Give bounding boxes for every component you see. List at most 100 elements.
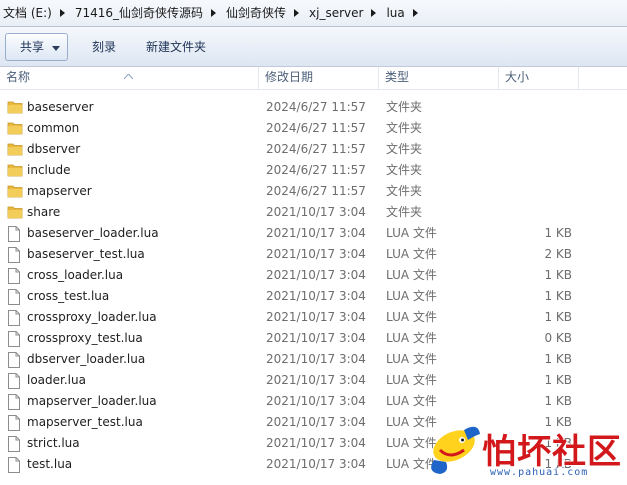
file-date: 2021/10/17 3:04 — [266, 352, 366, 366]
file-type: LUA 文件 — [386, 268, 437, 282]
file-icon — [7, 373, 23, 389]
file-size: 1 KB — [544, 352, 572, 366]
file-size: 2 KB — [544, 247, 572, 261]
file-row[interactable]: crossproxy_test.lua 2021/10/17 3:04 LUA … — [0, 328, 627, 349]
file-date: 2024/6/27 11:57 — [266, 184, 366, 198]
file-row[interactable]: mapserver 2024/6/27 11:57 文件夹 — [0, 181, 627, 202]
file-date: 2021/10/17 3:04 — [266, 268, 366, 282]
file-row[interactable]: crossproxy_loader.lua 2021/10/17 3:04 LU… — [0, 307, 627, 328]
file-row[interactable]: baseserver_loader.lua 2021/10/17 3:04 LU… — [0, 223, 627, 244]
file-row[interactable]: baseserver_test.lua 2021/10/17 3:04 LUA … — [0, 244, 627, 265]
file-type: 文件夹 — [386, 100, 423, 114]
file-icon — [7, 268, 23, 284]
file-row[interactable]: common 2024/6/27 11:57 文件夹 — [0, 118, 627, 139]
file-type: LUA 文件 — [386, 247, 437, 261]
file-row[interactable]: share 2021/10/17 3:04 文件夹 — [0, 202, 627, 223]
file-date: 2024/6/27 11:57 — [266, 142, 366, 156]
column-header-name[interactable]: 名称 — [0, 67, 259, 89]
file-size: 1 KB — [544, 310, 572, 324]
column-name-label: 名称 — [6, 70, 31, 84]
column-header-size[interactable]: 大小 — [499, 67, 579, 89]
breadcrumb-source-folder[interactable]: 71416_仙剑奇侠传源码 — [70, 0, 207, 26]
file-name: baseserver_loader.lua — [27, 226, 159, 240]
file-row[interactable]: loader.lua 2021/10/17 3:04 LUA 文件 1 KB — [0, 370, 627, 391]
new-folder-label: 新建文件夹 — [146, 40, 207, 54]
folder-icon — [7, 205, 23, 220]
file-type: 文件夹 — [386, 121, 423, 135]
file-row[interactable]: cross_loader.lua 2021/10/17 3:04 LUA 文件 … — [0, 265, 627, 286]
chevron-down-icon — [52, 40, 61, 54]
file-type: 文件夹 — [386, 142, 423, 156]
burn-button[interactable]: 刻录 — [84, 34, 124, 60]
folder-icon — [7, 121, 23, 136]
burn-label: 刻录 — [92, 40, 117, 54]
file-name: crossproxy_test.lua — [27, 331, 143, 345]
file-icon — [7, 310, 23, 326]
column-header-type[interactable]: 类型 — [379, 67, 499, 89]
file-type: LUA 文件 — [386, 373, 437, 387]
file-row[interactable]: dbserver_loader.lua 2021/10/17 3:04 LUA … — [0, 349, 627, 370]
file-type: LUA 文件 — [386, 226, 437, 240]
file-date: 2021/10/17 3:04 — [266, 436, 366, 450]
breadcrumb-lua[interactable]: lua — [381, 0, 408, 26]
watermark-title: 怕坏社区 — [482, 432, 622, 472]
chevron-right-icon[interactable] — [56, 0, 70, 26]
file-date: 2021/10/17 3:04 — [266, 247, 366, 261]
folder-icon — [7, 142, 23, 157]
file-type: LUA 文件 — [386, 394, 437, 408]
file-type: LUA 文件 — [386, 352, 437, 366]
file-icon — [7, 331, 23, 347]
file-date: 2024/6/27 11:57 — [266, 121, 366, 135]
file-name: dbserver_loader.lua — [27, 352, 146, 366]
chevron-right-icon[interactable] — [207, 0, 221, 26]
file-size: 1 KB — [544, 394, 572, 408]
file-icon — [7, 247, 23, 263]
file-icon — [7, 394, 23, 410]
file-name: baseserver_test.lua — [27, 247, 145, 261]
file-date: 2021/10/17 3:04 — [266, 457, 366, 471]
file-date: 2021/10/17 3:04 — [266, 310, 366, 324]
breadcrumb-game-folder[interactable]: 仙剑奇侠传 — [221, 0, 290, 26]
share-button[interactable]: 共享 — [5, 32, 69, 61]
file-row[interactable]: include 2024/6/27 11:57 文件夹 — [0, 160, 627, 181]
file-row[interactable]: baseserver 2024/6/27 11:57 文件夹 — [0, 97, 627, 118]
file-date: 2021/10/17 3:04 — [266, 394, 366, 408]
breadcrumb-xj-server[interactable]: xj_server — [304, 0, 367, 26]
command-toolbar: 共享 刻录 新建文件夹 — [0, 27, 627, 67]
sort-ascending-icon — [123, 66, 134, 87]
fish-logo-icon — [431, 426, 480, 474]
column-header-row: 名称 修改日期 类型 大小 — [0, 67, 627, 90]
file-icon — [7, 457, 23, 473]
file-date: 2024/6/27 11:57 — [266, 100, 366, 114]
file-date: 2021/10/17 3:04 — [266, 331, 366, 345]
file-date: 2021/10/17 3:04 — [266, 289, 366, 303]
file-row[interactable]: dbserver 2024/6/27 11:57 文件夹 — [0, 139, 627, 160]
file-name: cross_loader.lua — [27, 268, 124, 282]
file-name: include — [27, 163, 71, 177]
file-type: 文件夹 — [386, 184, 423, 198]
file-name: share — [27, 205, 61, 219]
file-size: 1 KB — [544, 226, 572, 240]
folder-icon — [7, 184, 23, 199]
file-date: 2021/10/17 3:04 — [266, 373, 366, 387]
file-row[interactable]: mapserver_loader.lua 2021/10/17 3:04 LUA… — [0, 391, 627, 412]
chevron-right-icon[interactable] — [290, 0, 304, 26]
file-name: baseserver — [27, 100, 94, 114]
new-folder-button[interactable]: 新建文件夹 — [138, 34, 214, 60]
file-icon — [7, 352, 23, 368]
chevron-right-icon[interactable] — [367, 0, 381, 26]
breadcrumb-drive[interactable]: 文档 (E:) — [0, 0, 56, 26]
file-name: mapserver — [27, 184, 92, 198]
address-bar[interactable]: 文档 (E:) 71416_仙剑奇侠传源码 仙剑奇侠传 xj_server lu… — [0, 0, 627, 27]
file-size: 1 KB — [544, 373, 572, 387]
chevron-right-icon[interactable] — [409, 0, 423, 26]
file-name: common — [27, 121, 80, 135]
file-icon — [7, 436, 23, 452]
column-type-label: 类型 — [385, 70, 410, 84]
share-label: 共享 — [20, 40, 45, 54]
file-type: 文件夹 — [386, 163, 423, 177]
file-row[interactable]: cross_test.lua 2021/10/17 3:04 LUA 文件 1 … — [0, 286, 627, 307]
file-icon — [7, 226, 23, 242]
column-header-date[interactable]: 修改日期 — [259, 67, 379, 89]
file-date: 2021/10/17 3:04 — [266, 226, 366, 240]
